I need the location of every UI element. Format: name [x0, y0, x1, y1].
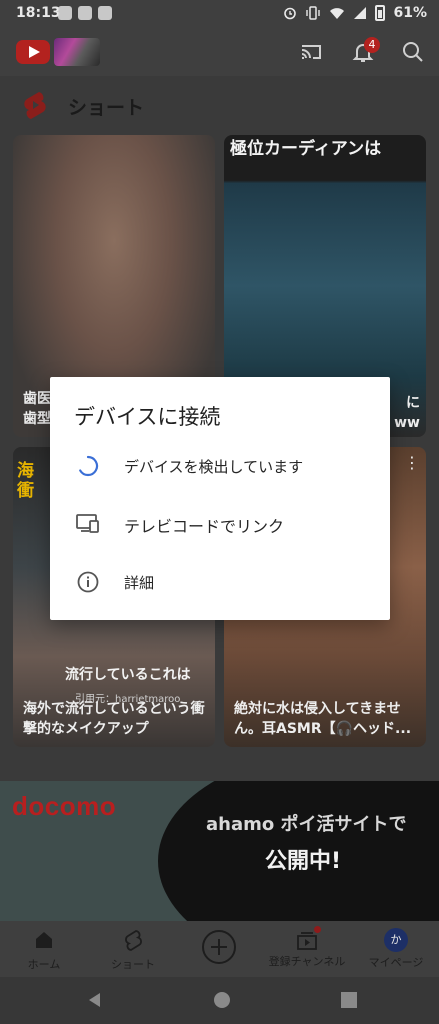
signal-icon: [354, 7, 367, 19]
short-card-title: 海外で流行しているという衝撃的なメイクアップ: [23, 701, 205, 737]
shorts-logo-icon: [24, 92, 46, 119]
new-content-dot: [314, 926, 321, 933]
short-card-title: 絶対に水は侵入してきません。耳ASMR【🎧ヘッド...: [234, 701, 412, 737]
ad-headline: ahamo ポイ活サイトで: [206, 814, 407, 835]
home-circle-icon[interactable]: [213, 991, 231, 1009]
more-options-icon[interactable]: ⋮: [404, 453, 420, 472]
notification-count-badge: 4: [364, 37, 380, 53]
back-icon[interactable]: [86, 991, 104, 1009]
notification-icon: [98, 6, 112, 20]
dialog-option-searching-devices[interactable]: デバイスを検出しています: [50, 437, 390, 495]
home-icon: [36, 932, 52, 948]
nav-item-library[interactable]: か マイページ: [364, 921, 428, 977]
info-icon: [77, 571, 99, 593]
short-card-overlay-text: 極位カーディアンは: [230, 139, 382, 159]
nav-item-home[interactable]: ホーム: [14, 921, 74, 977]
system-navigation-bar: [0, 977, 439, 1024]
nav-item-label: ホーム: [27, 958, 61, 971]
status-app-icons: [58, 6, 112, 20]
short-card-title: に ww: [394, 395, 420, 431]
connect-device-dialog: デバイスに接続 デバイスを検出しています テレビコードでリンク 詳細: [50, 377, 390, 620]
youtube-logo-icon[interactable]: [16, 40, 50, 64]
dialog-option-label: デバイスを検出しています: [124, 458, 304, 476]
battery-icon: [375, 5, 386, 21]
nav-item-shorts[interactable]: ショート: [101, 921, 165, 977]
shorts-icon: [125, 930, 142, 951]
status-time: 18:13: [16, 5, 61, 21]
nav-item-label: マイページ: [368, 956, 424, 969]
vibrate-icon: [306, 6, 321, 20]
tv-code-icon: [76, 514, 99, 533]
subscriptions-icon: [296, 926, 321, 951]
cast-icon[interactable]: [299, 40, 323, 64]
shorts-section-title: ショート: [68, 97, 145, 119]
short-card-overlay-text: 海 衝: [17, 461, 34, 501]
notification-icon: [58, 6, 72, 20]
create-button[interactable]: [202, 930, 236, 964]
wifi-icon: [330, 8, 345, 19]
ad-banner[interactable]: docomo: [0, 781, 439, 921]
ad-brand-logo: docomo: [12, 791, 117, 821]
nav-item-label: ショート: [111, 958, 155, 971]
nav-item-label: 登録チャンネル: [268, 955, 346, 968]
dialog-option-link-with-tv-code[interactable]: テレビコードでリンク: [50, 494, 390, 552]
battery-percent: 61%: [393, 5, 427, 21]
recents-icon[interactable]: [340, 991, 358, 1009]
dialog-option-label: 詳細: [124, 574, 155, 592]
dialog-option-label: テレビコードでリンク: [124, 517, 285, 536]
status-bar: 18:13 61%: [0, 0, 439, 28]
status-system-icons: 61%: [283, 5, 427, 21]
short-card-overlay-subtitle: 流行しているこれは: [65, 667, 191, 683]
alarm-icon: [284, 7, 297, 20]
ad-subheadline: 公開中!: [265, 849, 342, 874]
nav-item-subscriptions[interactable]: 登録チャンネル: [262, 921, 352, 977]
search-icon[interactable]: [401, 40, 425, 64]
notification-icon: [78, 6, 92, 20]
avatar: か: [384, 928, 408, 952]
dialog-title: デバイスに接続: [74, 405, 221, 429]
dialog-option-details[interactable]: 詳細: [50, 553, 390, 611]
loading-spinner-icon: [79, 455, 99, 477]
doodle-logo[interactable]: [54, 38, 100, 66]
